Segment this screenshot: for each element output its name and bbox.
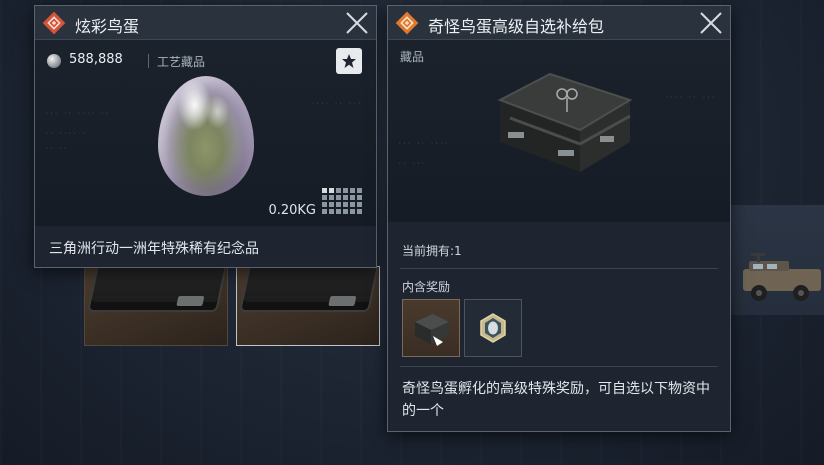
owned-count: 当前拥有:1 [402, 244, 462, 258]
reward-slot-crate[interactable] [402, 299, 460, 357]
panel-header: 奇怪鸟蛋高级自选补给包 [388, 6, 730, 40]
item-preview: ··· ·· ···· ·· ·· ···· · ·· ·· ···· ·· ·… [35, 40, 376, 226]
item-description: 奇怪鸟蛋孵化的高级特殊奖励，可自选以下物资中的一个 [402, 381, 710, 419]
item-category: 藏品 [400, 50, 425, 64]
inventory-slot-crate[interactable] [84, 266, 228, 346]
orange-diamond-icon [395, 11, 419, 35]
crate-image [239, 267, 379, 312]
decorative-text: ···· ·· ··· [311, 100, 362, 107]
panel-header: 炫彩鸟蛋 [35, 6, 376, 40]
grid-size-indicator [322, 188, 362, 218]
divider [400, 366, 718, 367]
item-title: 炫彩鸟蛋 [75, 17, 140, 36]
decorative-text: ·· ··· [398, 160, 426, 167]
crate-image [87, 267, 227, 312]
close-icon[interactable] [344, 10, 370, 36]
coin-icon [47, 54, 61, 68]
decorative-text: ·· ···· · [45, 130, 87, 137]
item-category: 工艺藏品 [157, 55, 206, 69]
crate-icon [415, 314, 449, 346]
egg-box-icon [480, 313, 506, 343]
item-detail-panel-egg: 炫彩鸟蛋 ··· ·· ···· ·· ·· ···· · ·· ·· ····… [34, 5, 377, 268]
decorative-text: ·· ·· [45, 145, 69, 152]
item-detail-panel-supply-pack: 奇怪鸟蛋高级自选补给包 藏品 ··· ·· ···· ·· ··· ···· ·… [387, 5, 731, 432]
decorative-text: ···· ·· ··· [665, 94, 716, 101]
rewards-label: 内含奖励 [402, 280, 451, 294]
item-price: 588,888 [69, 52, 123, 67]
divider [400, 268, 718, 269]
inventory-slot-crate-selected[interactable] [236, 266, 380, 346]
supply-crate-image [497, 72, 633, 172]
divider [148, 54, 149, 68]
armored-vehicle-icon [743, 253, 821, 301]
close-icon[interactable] [698, 10, 724, 36]
reward-slot-egg-box[interactable] [464, 299, 522, 357]
red-diamond-icon [42, 11, 66, 35]
item-weight: 0.20KG [268, 203, 316, 218]
egg-image [158, 76, 254, 196]
item-description: 三角洲行动一洲年特殊稀有纪念品 [49, 241, 259, 257]
item-preview: 藏品 ··· ·· ···· ·· ··· ···· ·· ··· [388, 40, 730, 222]
decorative-text: ··· ·· ···· [398, 140, 449, 147]
vehicle-panel[interactable] [730, 205, 824, 315]
star-icon [342, 54, 356, 68]
item-title: 奇怪鸟蛋高级自选补给包 [428, 17, 605, 36]
favorite-button[interactable] [336, 48, 362, 74]
decorative-text: ··· ·· ···· ·· [45, 110, 110, 117]
